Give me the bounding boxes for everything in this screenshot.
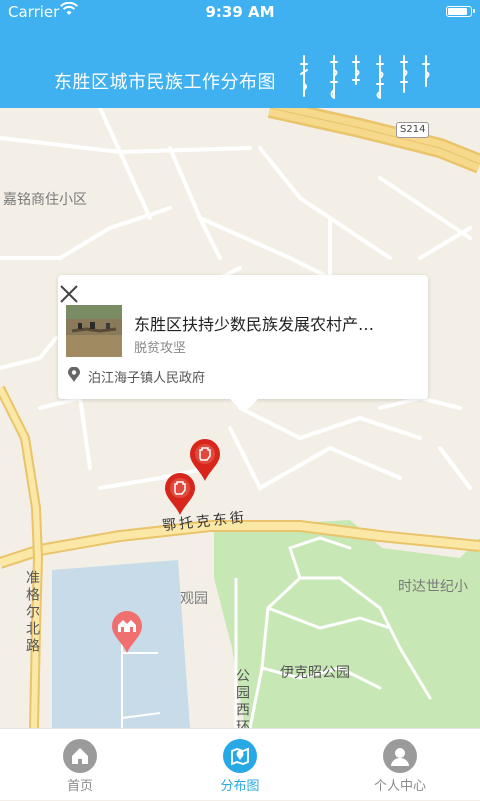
tab-map-label: 分布图 xyxy=(220,779,260,794)
status-time: 9:39 AM xyxy=(205,3,275,21)
tab-home[interactable]: 首页 xyxy=(0,729,160,801)
close-icon[interactable] xyxy=(58,283,80,305)
poi-location: 泊江海子镇人民政府 xyxy=(88,371,206,386)
poi-category: 脱贫攻坚 xyxy=(134,341,187,356)
battery-icon xyxy=(446,6,475,17)
map-label-yikezhao-park: 伊克昭公园 xyxy=(280,665,350,681)
poi-popup[interactable]: 东胜区扶持少数民族发展农村产… 脱贫攻坚 泊江海子镇人民政府 xyxy=(58,275,428,413)
map-label-jiaming: 嘉铭商住小区 xyxy=(3,192,87,208)
tab-profile-label: 个人中心 xyxy=(373,779,426,794)
page-title: 东胜区城市民族工作分布图 xyxy=(54,72,276,93)
poi-title[interactable]: 东胜区扶持少数民族发展农村产… xyxy=(134,311,404,335)
map-label-shida: 时达世纪小 xyxy=(398,579,468,595)
user-icon xyxy=(383,739,417,773)
tab-map[interactable]: 分布图 xyxy=(160,729,320,801)
map-view[interactable]: S214 嘉铭商住小区 鄂托克东街 准格尔北路 观园 伊克昭公园 公园西环 时达… xyxy=(0,108,480,728)
map-label-gongyuan-xihuan: 公园西环 xyxy=(234,668,250,728)
poi-thumbnail xyxy=(66,305,122,357)
tab-bar: 首页 分布图 个人中心 xyxy=(0,728,480,800)
map-label-zhungeer: 准格尔北路 xyxy=(24,570,40,655)
map-label-guanyuan: 观园 xyxy=(180,591,208,607)
home-icon xyxy=(63,739,97,773)
app-header: 东胜区城市民族工作分布图 xyxy=(0,24,480,108)
road-shield-s214: S214 xyxy=(396,122,430,138)
mongolian-script-logo xyxy=(300,55,430,99)
map-icon xyxy=(223,739,257,773)
tab-home-label: 首页 xyxy=(66,779,93,794)
tab-profile[interactable]: 个人中心 xyxy=(320,729,480,801)
status-bar: Carrier 9:39 AM xyxy=(0,0,480,24)
